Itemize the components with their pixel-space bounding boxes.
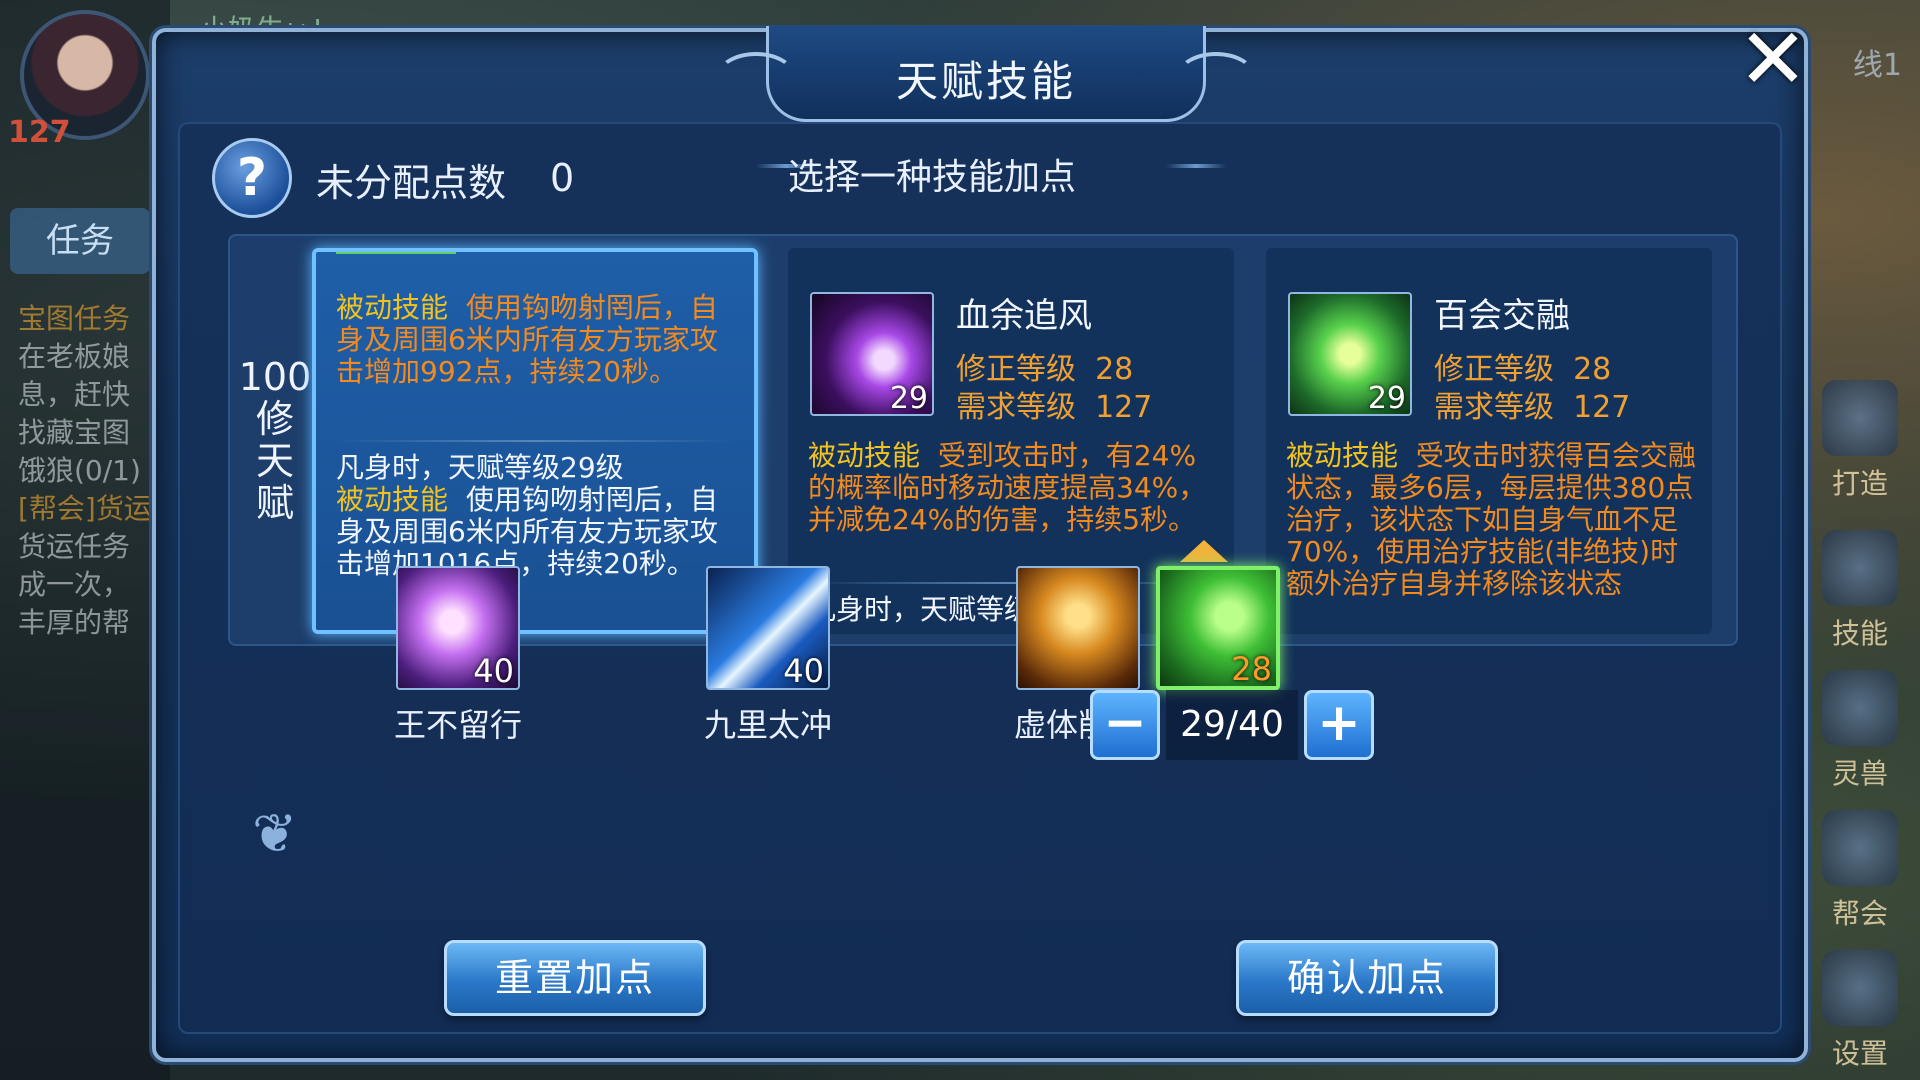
skill-points-value: 29/40 bbox=[1166, 690, 1298, 760]
tier-label-line: 天 bbox=[255, 439, 294, 483]
task-line: 息，赶快 bbox=[18, 378, 131, 411]
confirm-points-button[interactable]: 确认加点 bbox=[1236, 940, 1498, 1016]
task-tab[interactable]: 任务 bbox=[10, 208, 150, 274]
talent-name: 血余追风 bbox=[956, 296, 1092, 336]
task-line: 货运任务 bbox=[18, 530, 131, 563]
tier-label: 100 修 天 赋 bbox=[230, 356, 320, 524]
talent-skill-dialog: 天赋技能 ✕ ? 未分配点数 0 选择一种技能加点 100 修 天 赋 被动技能… bbox=[152, 17, 1808, 1062]
passive-tag: 被动技能 bbox=[336, 483, 449, 516]
task-list[interactable]: 宝图任务 在老板娘 息，赶快 找藏宝图 饿狼(0/1) [帮会]货运 货运任务 … bbox=[18, 300, 158, 642]
menu-label: 技能 bbox=[1831, 617, 1888, 650]
passive-tag: 被动技能 bbox=[336, 291, 449, 324]
book-icon bbox=[1822, 530, 1898, 606]
menu-label: 帮会 bbox=[1831, 897, 1888, 930]
selected-arrow-icon bbox=[1180, 540, 1228, 562]
left-hud-panel: 127 任务 宝图任务 在老板娘 息，赶快 找藏宝图 饿狼(0/1) [帮会]货… bbox=[0, 0, 170, 1080]
stat-label: 需求等级 bbox=[956, 390, 1076, 425]
task-line: 丰厚的帮 bbox=[18, 606, 131, 639]
gear-icon bbox=[1822, 950, 1898, 1026]
menu-settings[interactable]: 设置 bbox=[1812, 950, 1908, 1072]
unassigned-points-value: 0 bbox=[550, 156, 575, 200]
title-plate: 天赋技能 bbox=[766, 26, 1206, 122]
skill-level: 40 bbox=[783, 652, 824, 690]
talent-description: 被动技能 受到攻击时，有24%的概率临时移动速度提高34%，并减免24%的伤害，… bbox=[808, 440, 1218, 536]
talent-card[interactable]: 29 百会交融 修正等级 28 需求等级 127 被动技能 受攻击时获得百会交融… bbox=[1266, 248, 1712, 634]
banner-icon bbox=[1822, 810, 1898, 886]
menu-label: 打造 bbox=[1831, 467, 1888, 500]
tier-label-line: 100 bbox=[238, 355, 312, 399]
question-icon: ? bbox=[236, 148, 268, 208]
card-divider bbox=[808, 582, 1214, 584]
skill-slot-selected[interactable]: 28 bbox=[1156, 566, 1280, 690]
ornament-left-icon bbox=[716, 52, 796, 102]
talent-card-selected[interactable]: 被动技能 使用钩吻射罔后，自身及周围6米内所有友方玩家攻击增加992点，持续20… bbox=[312, 248, 758, 634]
skill-name: 九里太冲 bbox=[703, 706, 832, 744]
skill-level-stepper: − 29/40 + bbox=[1090, 690, 1374, 762]
menu-skills[interactable]: 技能 bbox=[1812, 530, 1908, 652]
ornament-right-icon bbox=[1176, 52, 1256, 102]
hint-ornament-right bbox=[1166, 164, 1226, 168]
task-line: 成一次， bbox=[18, 568, 131, 601]
task-line: 饿狼(0/1) bbox=[18, 454, 141, 487]
skill-level: 28 bbox=[1231, 650, 1272, 688]
skill-level: 40 bbox=[473, 652, 514, 690]
required-level: 需求等级 127 bbox=[1434, 382, 1630, 426]
dialog-title: 天赋技能 bbox=[895, 57, 1076, 106]
passive-tag: 被动技能 bbox=[1286, 439, 1399, 472]
close-button[interactable]: ✕ bbox=[1734, 17, 1812, 102]
menu-guild[interactable]: 帮会 bbox=[1812, 810, 1908, 932]
card-divider bbox=[336, 440, 734, 442]
right-menu: 打造 技能 灵兽 帮会 设置 bbox=[1800, 0, 1920, 1080]
increase-button[interactable]: + bbox=[1304, 690, 1374, 760]
green-heart-icon: 29 bbox=[1288, 292, 1412, 416]
menu-label: 灵兽 bbox=[1831, 757, 1888, 790]
next-level-description: 被动技能 使用钩吻射罔后，自身及周围6米内所有友方玩家攻击增加1016点，持续2… bbox=[336, 484, 738, 580]
close-icon: ✕ bbox=[1737, 10, 1809, 108]
stat-value: 127 bbox=[1573, 390, 1631, 425]
icon-level: 29 bbox=[889, 381, 928, 416]
card-scroll-indicator bbox=[336, 252, 456, 254]
purple-arc-icon: 29 bbox=[810, 292, 934, 416]
menu-pet[interactable]: 灵兽 bbox=[1812, 670, 1908, 792]
talent-description: 被动技能 使用钩吻射罔后，自身及周围6米内所有友方玩家攻击增加992点，持续20… bbox=[336, 292, 738, 388]
tier-label-line: 赋 bbox=[255, 481, 294, 525]
butterfly-icon: ❦ bbox=[252, 802, 298, 865]
unassigned-points-label: 未分配点数 bbox=[316, 161, 507, 205]
stat-label: 需求等级 bbox=[1434, 390, 1554, 425]
task-line: [帮会]货运 bbox=[18, 492, 152, 525]
menu-forge[interactable]: 打造 bbox=[1812, 380, 1908, 502]
icon-level: 29 bbox=[1367, 381, 1406, 416]
skill-name: 王不留行 bbox=[393, 706, 522, 744]
stat-value: 127 bbox=[1095, 390, 1153, 425]
talent-name: 百会交融 bbox=[1434, 296, 1570, 336]
player-level: 127 bbox=[8, 115, 71, 150]
help-button[interactable]: ? bbox=[212, 138, 292, 218]
task-line: 宝图任务 bbox=[18, 302, 131, 335]
task-line: 在老板娘 bbox=[18, 340, 131, 373]
talent-description: 被动技能 受攻击时获得百会交融状态，最多6层，每层提供380点治疗，该状态下如自… bbox=[1286, 440, 1696, 600]
decrease-button[interactable]: − bbox=[1090, 690, 1160, 760]
task-line: 找藏宝图 bbox=[18, 416, 131, 449]
skill-slot[interactable] bbox=[1016, 566, 1140, 690]
reset-points-button[interactable]: 重置加点 bbox=[444, 940, 706, 1016]
next-level-title: 凡身时，天赋等级29级 bbox=[336, 451, 624, 484]
passive-tag: 被动技能 bbox=[808, 439, 921, 472]
choose-skill-hint: 选择一种技能加点 bbox=[787, 157, 1076, 198]
tier-label-line: 修 bbox=[255, 397, 294, 441]
skill-slot[interactable]: 40 bbox=[706, 566, 830, 690]
required-level: 需求等级 127 bbox=[956, 382, 1152, 426]
menu-label: 设置 bbox=[1831, 1037, 1888, 1070]
hammer-icon bbox=[1822, 380, 1898, 456]
pet-icon bbox=[1822, 670, 1898, 746]
skill-slot[interactable]: 40 bbox=[396, 566, 520, 690]
